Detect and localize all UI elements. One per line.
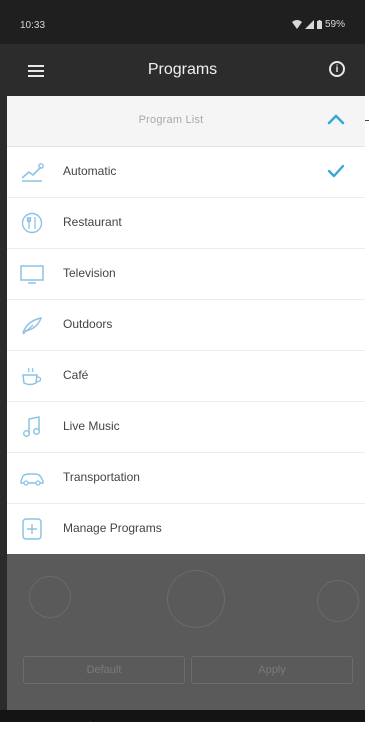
- television-icon: [20, 265, 44, 284]
- program-list-header[interactable]: Program List: [7, 96, 365, 147]
- program-item-television[interactable]: Television: [7, 249, 365, 300]
- program-item-manage-programs[interactable]: Manage Programs: [7, 504, 365, 554]
- manage-programs-icon: [22, 518, 42, 540]
- automatic-icon: [21, 163, 44, 182]
- wifi-icon: [291, 20, 302, 29]
- back-icon[interactable]: [84, 719, 94, 722]
- status-indicators: 59%: [291, 19, 345, 30]
- program-label: Transportation: [63, 470, 140, 484]
- program-label: Manage Programs: [63, 521, 162, 535]
- phone-screen: 10:33 59% Programs i Default Apply Progr…: [0, 0, 365, 722]
- background-dial-left: [29, 576, 71, 618]
- program-label: Outdoors: [63, 317, 113, 331]
- checkmark-icon: [327, 164, 345, 178]
- program-label: Café: [63, 368, 89, 382]
- program-list-dropdown: Program List Automatic Restaurant Televi…: [7, 96, 365, 554]
- car-icon: [20, 473, 44, 486]
- program-label: Television: [63, 266, 116, 280]
- program-item-restaurant[interactable]: Restaurant: [7, 198, 365, 249]
- signal-icon: [304, 20, 314, 29]
- music-note-icon: [22, 416, 40, 437]
- program-list-title: Program List: [138, 114, 204, 126]
- program-label: Automatic: [63, 164, 117, 178]
- program-label: Live Music: [63, 419, 120, 433]
- info-icon[interactable]: i: [329, 61, 345, 77]
- app-bar: Programs i: [0, 44, 365, 96]
- chevron-up-icon[interactable]: [327, 113, 345, 125]
- system-navigation-bar: [0, 710, 365, 722]
- program-label: Restaurant: [63, 215, 122, 229]
- restaurant-icon: [21, 212, 43, 234]
- background-dial-right: [317, 580, 359, 622]
- status-time: 10:33: [20, 20, 46, 31]
- status-bar: 10:33 59%: [0, 0, 365, 44]
- annotation-callout-line: [365, 120, 369, 121]
- background-button-right: Apply: [191, 656, 353, 684]
- program-item-automatic[interactable]: Automatic: [7, 147, 365, 198]
- program-item-live-music[interactable]: Live Music: [7, 402, 365, 453]
- program-item-transportation[interactable]: Transportation: [7, 453, 365, 504]
- dimmed-background: Default Apply: [7, 552, 365, 710]
- cafe-icon: [22, 367, 42, 386]
- background-button-left: Default: [23, 656, 185, 684]
- battery-percent: 59%: [324, 19, 345, 30]
- program-item-outdoors[interactable]: Outdoors: [7, 300, 365, 351]
- background-dial-center: [167, 570, 225, 628]
- program-item-cafe[interactable]: Café: [7, 351, 365, 402]
- outdoors-icon: [22, 316, 43, 335]
- page-title: Programs: [147, 61, 218, 78]
- battery-icon: [316, 20, 322, 29]
